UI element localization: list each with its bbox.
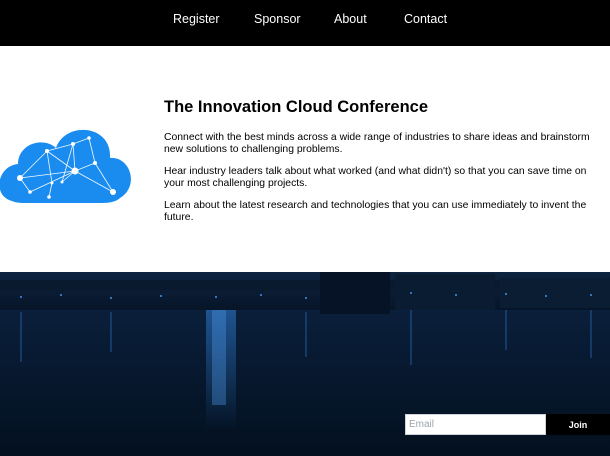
nav-link-register[interactable]: Register xyxy=(173,12,220,26)
nav-link-about[interactable]: About xyxy=(334,12,367,26)
newsletter-signup: Join xyxy=(405,414,610,435)
intro-paragraph-leaders: Hear industry leaders talk about what wo… xyxy=(164,165,587,190)
intro-text: The Innovation Cloud Conference Connect … xyxy=(164,97,594,233)
nav-link-contact[interactable]: Contact xyxy=(404,12,447,26)
top-navigation: Register Sponsor About Contact xyxy=(0,0,610,46)
cloud-network-icon xyxy=(0,116,134,210)
nav-link-sponsor[interactable]: Sponsor xyxy=(254,12,301,26)
intro-paragraph-research: Learn about the latest research and tech… xyxy=(164,199,587,224)
intro-section: The Innovation Cloud Conference Connect … xyxy=(0,46,610,272)
intro-paragraph-connect: Connect with the best minds across a wid… xyxy=(164,132,590,156)
email-input[interactable] xyxy=(405,414,546,435)
join-button[interactable]: Join xyxy=(546,414,610,435)
page-title: The Innovation Cloud Conference xyxy=(164,98,429,116)
